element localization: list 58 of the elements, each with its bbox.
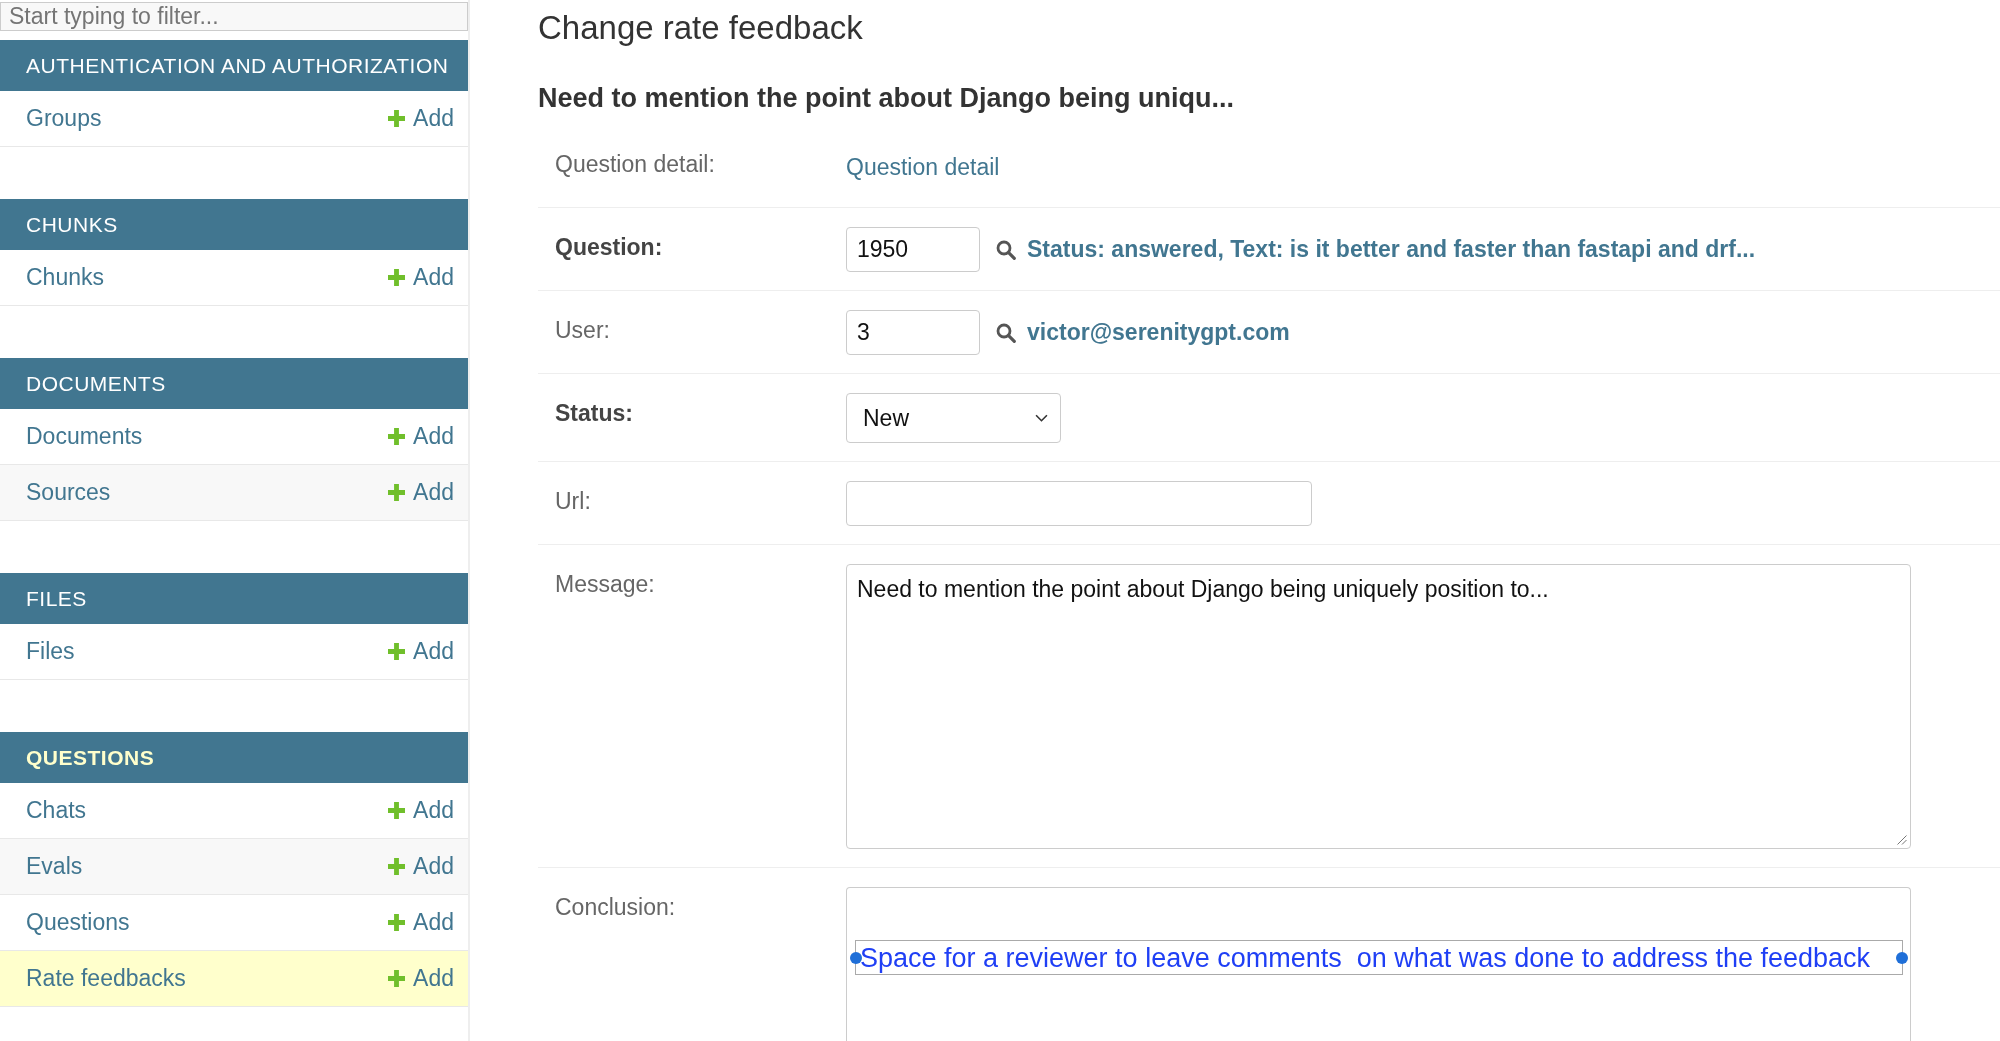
id-input-field[interactable]: 1950 <box>846 227 980 272</box>
object-title: Need to mention the point about Django being uniqu... <box>538 82 1234 115</box>
chevron-down-icon <box>1035 414 1048 422</box>
model-link[interactable]: Evals <box>26 853 83 880</box>
plus-icon <box>388 858 406 875</box>
page-title: Change rate feedback <box>538 8 863 48</box>
field-label: Message: <box>555 570 655 598</box>
related-object-link[interactable]: Status: answered, Text: is it better and faster than fastapi and drf... <box>1027 236 1756 263</box>
plus-icon <box>388 484 406 501</box>
search-icon[interactable] <box>996 239 1016 260</box>
field-label: Status: <box>555 399 633 427</box>
handle-dot-icon <box>850 951 862 964</box>
add-link[interactable]: Add <box>388 909 454 936</box>
plus-icon <box>388 970 406 987</box>
add-link[interactable]: Add <box>388 479 454 506</box>
plus-icon <box>388 269 406 286</box>
model-link[interactable]: Sources <box>26 479 111 506</box>
text-input-field[interactable] <box>846 481 1312 526</box>
search-icon[interactable] <box>996 322 1016 343</box>
plus-icon <box>388 914 406 931</box>
handle-dot-icon <box>1896 951 1908 964</box>
add-link[interactable]: Add <box>388 797 454 824</box>
detail-link[interactable]: Question detail <box>846 152 1000 181</box>
add-link[interactable]: Add <box>388 105 454 132</box>
filter-field[interactable]: Start typing to filter... <box>0 2 468 31</box>
field-label: Url: <box>555 487 591 515</box>
section-header[interactable]: DOCUMENTS <box>0 358 468 409</box>
add-link[interactable]: Add <box>388 853 454 880</box>
textarea-field[interactable]: Need to mention the point about Django being uniquely position to... <box>846 564 1911 849</box>
section-header[interactable]: CHUNKS <box>0 199 468 250</box>
section-header[interactable]: FILES <box>0 573 468 624</box>
section-header[interactable]: AUTHENTICATION AND AUTHORIZATION <box>0 40 468 91</box>
model-link[interactable]: Groups <box>26 105 102 132</box>
textarea-field[interactable]: Space for a reviewer to leave comments on what was done to address the feedback <box>846 887 1911 1041</box>
model-link[interactable]: Chats <box>26 797 87 824</box>
resize-grip-icon[interactable] <box>1897 835 1907 845</box>
id-input-field[interactable]: 3 <box>846 310 980 355</box>
add-link[interactable]: Add <box>388 638 454 665</box>
plus-icon <box>388 643 406 660</box>
field-label: User: <box>555 316 610 344</box>
plus-icon <box>388 428 406 445</box>
add-link[interactable]: Add <box>388 423 454 450</box>
related-object-link[interactable]: victor@serenitygpt.com <box>1027 319 1290 346</box>
field-label: Question: <box>555 233 663 261</box>
annotation-text: Space for a reviewer to leave comments on what was done to address the feedback <box>860 943 1871 972</box>
model-link[interactable]: Chunks <box>26 264 104 291</box>
model-link[interactable]: Questions <box>26 909 130 936</box>
add-link[interactable]: Add <box>388 965 454 992</box>
status-select[interactable]: New <box>846 393 1061 443</box>
plus-icon <box>388 110 406 127</box>
model-link[interactable]: Documents <box>26 423 143 450</box>
model-link[interactable]: Rate feedbacks <box>26 965 186 992</box>
field-label: Conclusion: <box>555 893 676 921</box>
add-link[interactable]: Add <box>388 264 454 291</box>
plus-icon <box>388 802 406 819</box>
model-link[interactable]: Files <box>26 638 75 665</box>
section-header[interactable]: QUESTIONS <box>0 732 468 783</box>
field-label: Question detail: <box>555 150 715 178</box>
